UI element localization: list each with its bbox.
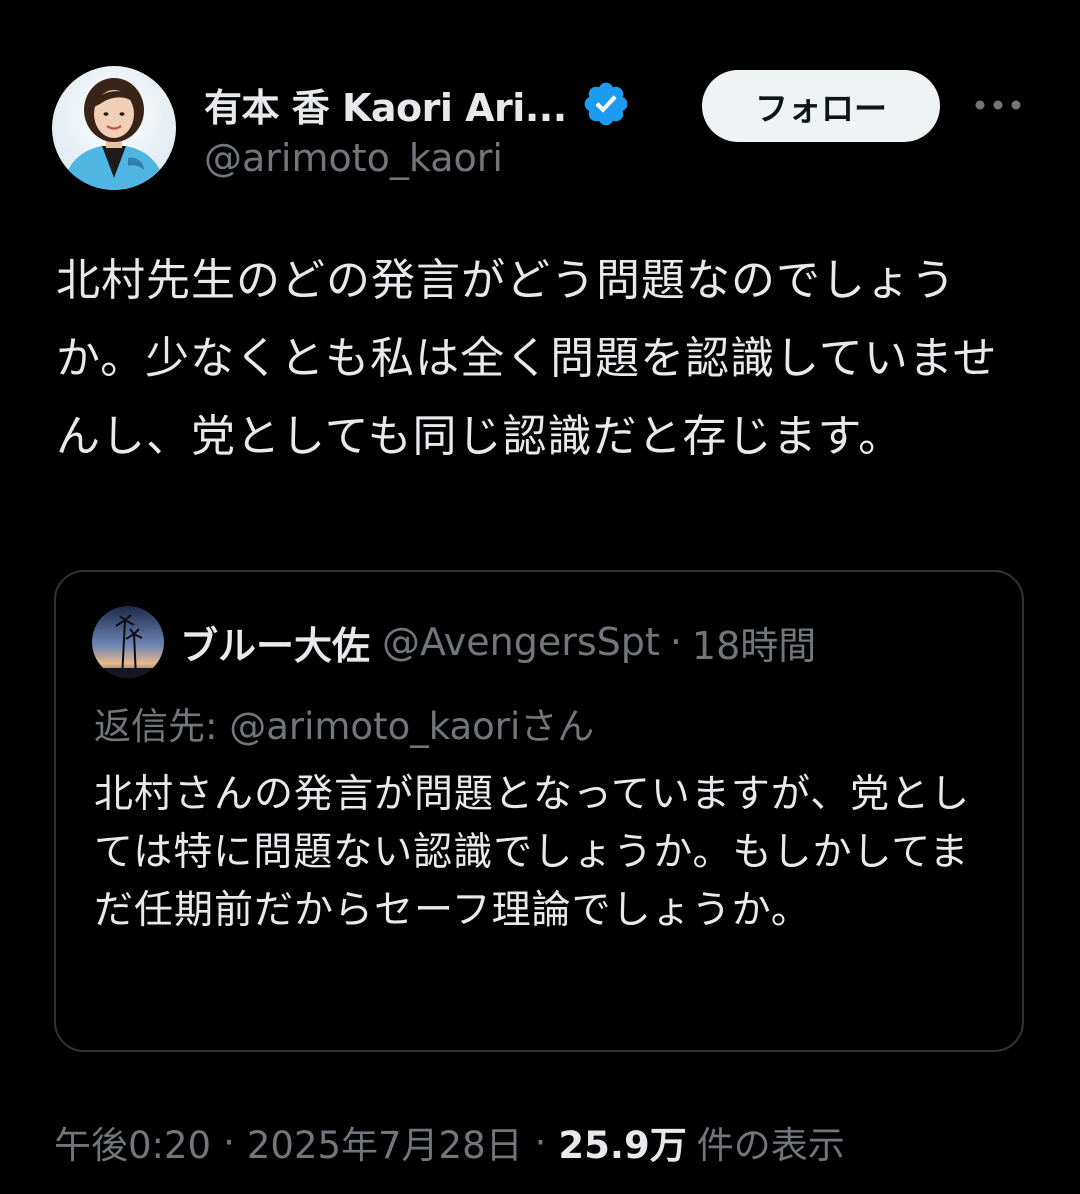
more-dots-icon[interactable] [970, 80, 1026, 130]
post-date[interactable]: 2025年7月28日 [247, 1115, 523, 1169]
quoted-tweet-card[interactable]: ブルー大佐 @AvengersSpt · 18時間 返信先: @arimoto_… [54, 570, 1024, 1052]
reply-to-label: 返信先: @arimoto_kaoriさん [94, 705, 595, 748]
quoted-tweet-text: 北村さんの発言が問題となっていますが、党としては特に問題ない認識でしょうか。もし… [94, 772, 971, 933]
quoted-author-avatar[interactable] [92, 606, 164, 678]
quoted-meta-row: ブルー大佐 @AvengersSpt · 18時間 [180, 614, 816, 670]
quoted-author-name[interactable]: ブルー大佐 [180, 615, 370, 670]
tweet-header: 有本 香 Kaori Ari... @arimoto_kaori フォロー [52, 66, 1028, 194]
follow-button[interactable]: フォロー [702, 70, 940, 142]
tweet-footer: 午後0:20 · 2025年7月28日 · 25.9万 件の表示 [54, 1112, 845, 1172]
author-avatar[interactable] [52, 66, 176, 190]
verified-badge-icon [584, 82, 627, 126]
separator-dot: · [669, 620, 682, 664]
tweet-text: 北村先生のどの発言がどう問題なのでしょうか。少なくとも私は全く問題を認識していま… [56, 255, 998, 462]
views-label: 件の表示 [696, 1124, 845, 1167]
post-time[interactable]: 午後0:20 [54, 1115, 211, 1169]
views-count[interactable]: 25.9万 [558, 1115, 686, 1169]
separator-dot: · [223, 1120, 235, 1164]
author-handle[interactable]: @arimoto_kaori [204, 136, 503, 180]
quoted-author-handle[interactable]: @AvengersSpt [382, 620, 660, 664]
separator-dot: · [534, 1120, 547, 1164]
quoted-timestamp[interactable]: 18時間 [692, 615, 816, 670]
author-name-row: 有本 香 Kaori Ari... [204, 76, 631, 132]
author-display-name[interactable]: 有本 香 Kaori Ari... [204, 77, 567, 132]
